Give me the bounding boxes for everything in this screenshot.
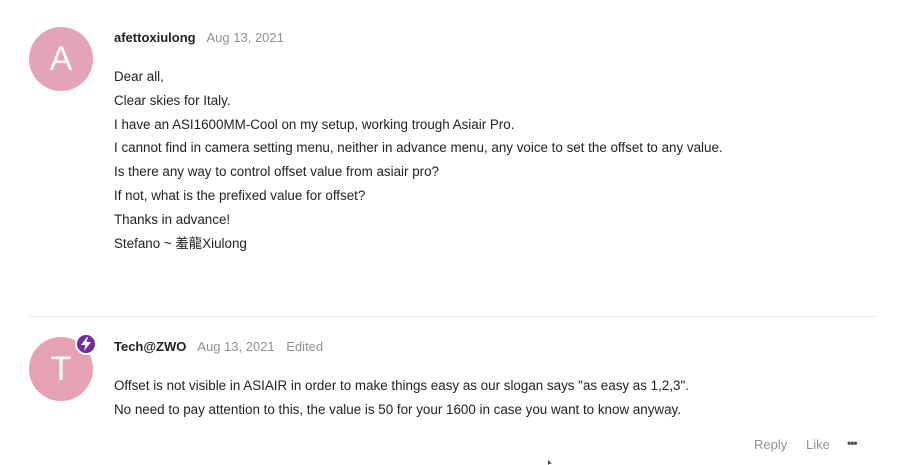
- post-body: Offset is not visible in ASIAIR in order…: [114, 374, 689, 422]
- username[interactable]: afettoxiulong: [114, 30, 196, 45]
- more-options-icon[interactable]: •••: [847, 436, 858, 450]
- avatar[interactable]: A: [29, 27, 93, 91]
- mouse-cursor-icon: [548, 460, 552, 465]
- post-line: Clear skies for Italy.: [114, 92, 231, 108]
- post-line: Dear all,: [114, 69, 164, 84]
- post-line: If not, what is the prefixed value for o…: [114, 187, 366, 203]
- edited-indicator[interactable]: Edited: [286, 339, 323, 354]
- avatar-letter: A: [49, 40, 73, 78]
- post-line: Thanks in advance!: [114, 211, 231, 227]
- like-button[interactable]: Like: [806, 437, 830, 452]
- post-date[interactable]: Aug 13, 2021: [207, 30, 284, 45]
- post-line: I cannot find in camera setting menu, ne…: [114, 140, 723, 156]
- post-line: Is there any way to control offset value…: [114, 164, 440, 180]
- post-meta: afettoxiulong Aug 13, 2021: [114, 30, 284, 45]
- post-date[interactable]: Aug 13, 2021: [197, 339, 274, 354]
- post-meta: Tech@ZWO Aug 13, 2021 Edited: [114, 339, 323, 354]
- topic-thread: A afettoxiulong Aug 13, 2021 Dear all, C…: [0, 0, 898, 465]
- post-line: Stefano ~ 羞龍Xiulong: [114, 235, 247, 251]
- post-line: No need to pay attention to this, the va…: [114, 401, 681, 417]
- avatar-letter: T: [50, 350, 72, 388]
- username[interactable]: Tech@ZWO: [114, 339, 186, 354]
- post-afettoxiulong: A afettoxiulong Aug 13, 2021 Dear all, C…: [0, 0, 898, 316]
- reply-button[interactable]: Reply: [754, 437, 787, 452]
- post-body: Dear all, Clear skies for Italy. I have …: [114, 65, 723, 255]
- lightning-bolt-icon: [81, 337, 91, 351]
- post-line: Offset is not visible in ASIAIR in order…: [114, 378, 689, 393]
- staff-badge: [75, 333, 97, 355]
- post-line: I have an ASI1600MM-Cool on my setup, wo…: [114, 116, 515, 132]
